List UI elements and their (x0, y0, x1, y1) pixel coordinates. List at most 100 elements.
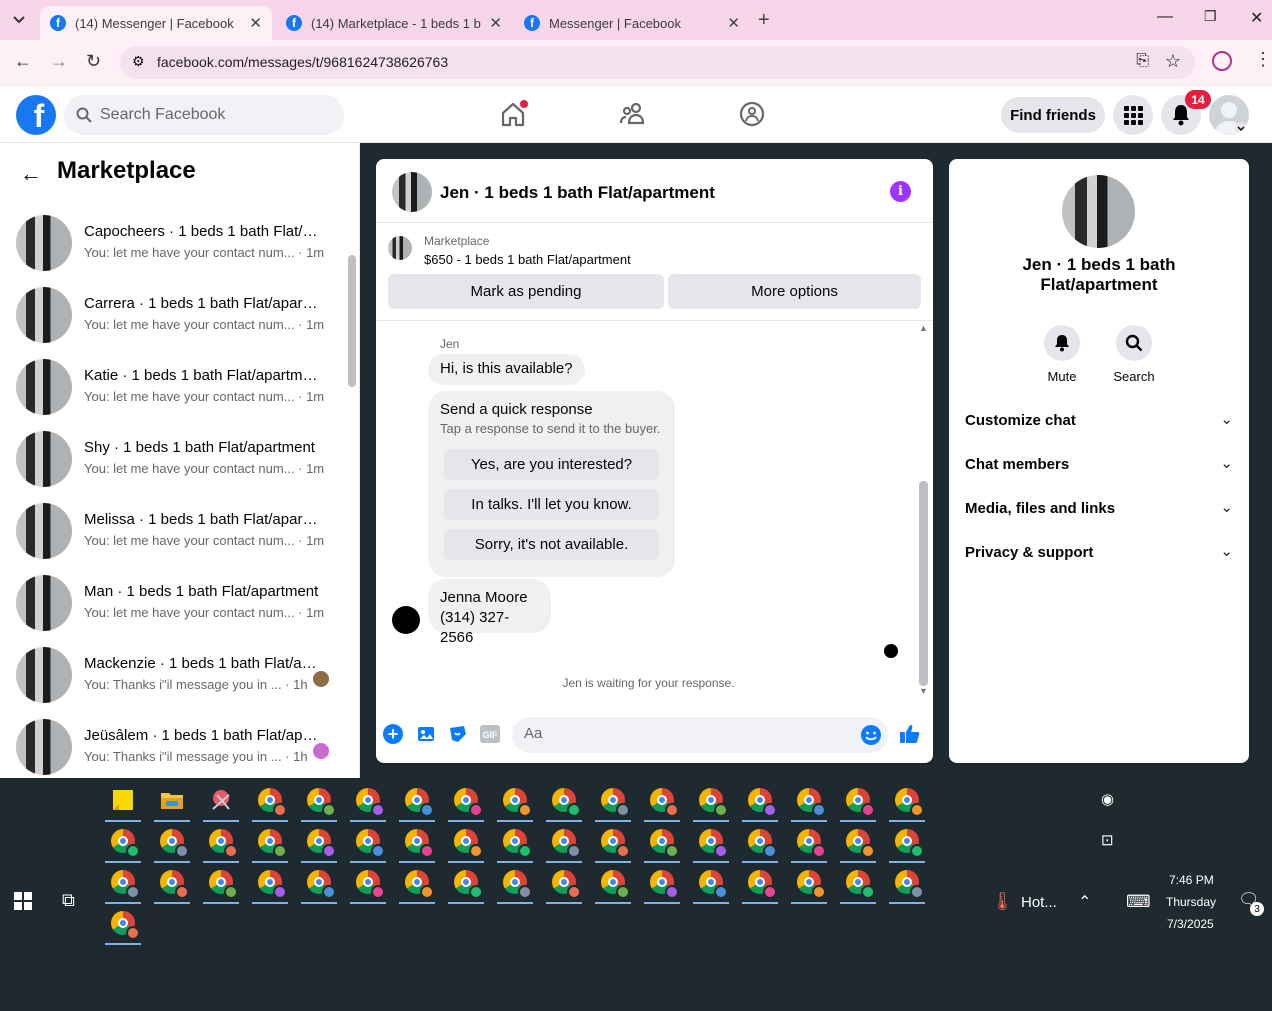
thumbs-up-icon[interactable] (899, 723, 921, 745)
chrome-profile-icon[interactable] (348, 782, 388, 822)
restore-icon[interactable]: ❐ (1204, 8, 1217, 25)
home-icon[interactable] (498, 99, 528, 129)
chrome-profile-icon[interactable] (740, 864, 780, 904)
chrome-profile-icon[interactable] (348, 823, 388, 863)
chrome-profile-icon[interactable] (887, 864, 927, 904)
task-view-icon[interactable]: ⧉ (62, 890, 75, 911)
search-in-chat-button[interactable]: Search (1104, 325, 1164, 384)
facebook-logo-icon[interactable]: f (16, 95, 56, 135)
tab-marketplace[interactable]: f (14) Marketplace - 1 beds 1 bath Flat/… (276, 6, 512, 40)
find-friends-button[interactable]: Find friends (1001, 97, 1105, 133)
kebab-menu-icon[interactable]: ⋮ (1254, 49, 1272, 70)
chrome-profile-icon[interactable] (789, 823, 829, 863)
friends-icon[interactable] (618, 99, 648, 129)
forward-icon[interactable]: → (50, 51, 68, 72)
sidebar-scrollbar[interactable] (348, 255, 356, 387)
chrome-profile-icon[interactable] (446, 823, 486, 863)
chrome-profile-icon[interactable] (740, 823, 780, 863)
chrome-profile-icon[interactable] (495, 782, 535, 822)
tab-messenger-2[interactable]: f Messenger | Facebook ✕ (514, 6, 750, 40)
chrome-profile-icon[interactable] (103, 823, 143, 863)
chrome-profile-icon[interactable] (201, 864, 241, 904)
chrome-profile-icon[interactable] (201, 823, 241, 863)
chrome-profile-icon[interactable] (789, 864, 829, 904)
reload-icon[interactable]: ↻ (86, 51, 101, 72)
media-files-links-section[interactable]: Media, files and links ⌄ (965, 499, 1233, 524)
chrome-profile-icon[interactable] (446, 782, 486, 822)
close-window-icon[interactable]: ✕ (1250, 8, 1263, 28)
keyboard-icon[interactable]: ⌨ (1126, 892, 1151, 912)
network-icon[interactable]: ⊡ (1101, 831, 1114, 849)
chat-title[interactable]: Jen · 1 beds 1 bath Flat/apartment (440, 183, 715, 203)
thread-scrollbar[interactable] (919, 481, 928, 686)
sticky-notes-icon[interactable] (103, 782, 143, 822)
minimize-icon[interactable]: — (1157, 8, 1173, 26)
quick-response-option[interactable]: Sorry, it's not available. (444, 529, 659, 560)
groups-icon[interactable] (737, 99, 767, 129)
chrome-profile-icon[interactable] (691, 782, 731, 822)
chrome-profile-icon[interactable] (642, 864, 682, 904)
chrome-profile-icon[interactable] (544, 782, 584, 822)
chrome-profile-icon[interactable] (838, 823, 878, 863)
back-icon[interactable]: ← (14, 51, 32, 72)
chrome-profile-icon[interactable] (446, 864, 486, 904)
sticker-icon[interactable] (447, 723, 469, 745)
conversation-item[interactable]: Melissa · 1 beds 1 bath Flat/apartment Y… (0, 503, 345, 575)
chevron-up-icon[interactable]: ⌃ (1078, 892, 1091, 912)
conversation-item[interactable]: Capocheers · 1 beds 1 bath Flat/apartmen… (0, 215, 345, 287)
tab-dropdown-icon[interactable] (6, 8, 32, 32)
back-arrow-icon[interactable]: ← (20, 161, 42, 187)
conversation-item[interactable]: Shy · 1 beds 1 bath Flat/apartment You: … (0, 431, 345, 503)
bookmark-star-icon[interactable]: ☆ (1165, 51, 1181, 72)
chrome-profile-icon[interactable] (348, 864, 388, 904)
chrome-profile-icon[interactable] (544, 823, 584, 863)
chrome-profile-icon[interactable] (593, 823, 633, 863)
chrome-profile-icon[interactable] (544, 864, 584, 904)
conversation-item[interactable]: Jeüsâlem · 1 beds 1 bath Flat/apartment … (0, 719, 345, 778)
chrome-profile-icon[interactable] (495, 864, 535, 904)
close-tab-icon[interactable]: ✕ (489, 14, 502, 32)
privacy-support-section[interactable]: Privacy & support ⌄ (965, 543, 1233, 568)
site-info-icon[interactable]: ⚙ (132, 53, 145, 70)
clock-date[interactable]: 7/3/2025 (1167, 917, 1214, 931)
chat-members-section[interactable]: Chat members ⌄ (965, 455, 1233, 480)
install-app-icon[interactable]: ⎘ (1136, 52, 1149, 70)
chrome-profile-icon[interactable] (593, 782, 633, 822)
windows-start-icon[interactable] (14, 892, 32, 915)
chrome-profile-icon[interactable] (250, 864, 290, 904)
mute-button[interactable]: Mute (1032, 325, 1092, 384)
chrome-profile-icon[interactable] (838, 782, 878, 822)
scroll-down-icon[interactable]: ▼ (919, 686, 928, 696)
mark-as-pending-button[interactable]: Mark as pending (388, 274, 664, 309)
new-tab-icon[interactable]: + (758, 9, 770, 32)
photo-icon[interactable] (416, 723, 438, 745)
chrome-profile-icon[interactable] (691, 864, 731, 904)
scroll-up-icon[interactable]: ▲ (919, 323, 928, 333)
snipping-tool-icon[interactable] (201, 782, 241, 822)
quick-response-option[interactable]: In talks. I'll let you know. (444, 489, 659, 520)
chrome-profile-icon[interactable] (152, 864, 192, 904)
search-input[interactable] (100, 106, 320, 124)
emoji-icon[interactable] (860, 724, 882, 751)
conversation-item[interactable]: Man · 1 beds 1 bath Flat/apartment You: … (0, 575, 345, 647)
address-bar[interactable]: ⚙ facebook.com/messages/t/96816247386267… (120, 46, 1195, 79)
chrome-profile-icon[interactable] (887, 782, 927, 822)
conversation-item[interactable]: Carrera · 1 beds 1 bath Flat/apartment Y… (0, 287, 345, 359)
chrome-profile-icon[interactable] (789, 782, 829, 822)
chrome-profile-icon[interactable] (397, 782, 437, 822)
chrome-profile-icon[interactable] (495, 823, 535, 863)
conversation-item[interactable]: Katie · 1 beds 1 bath Flat/apartment You… (0, 359, 345, 431)
chrome-profile-icon[interactable] (250, 823, 290, 863)
message-input[interactable] (524, 725, 844, 742)
chrome-profile-icon[interactable] (887, 823, 927, 863)
weather-text[interactable]: Hot... (1021, 894, 1057, 911)
chrome-profile-icon[interactable] (642, 782, 682, 822)
chrome-profile-icon[interactable] (740, 782, 780, 822)
chrome-profile-icon[interactable] (397, 864, 437, 904)
chrome-profile-icon[interactable] (152, 823, 192, 863)
chrome-profile-icon[interactable] (299, 823, 339, 863)
customize-chat-section[interactable]: Customize chat ⌄ (965, 411, 1233, 436)
profile-icon[interactable] (1212, 51, 1232, 71)
menu-grid-icon[interactable] (1113, 95, 1153, 135)
plus-icon[interactable]: + (383, 724, 403, 744)
